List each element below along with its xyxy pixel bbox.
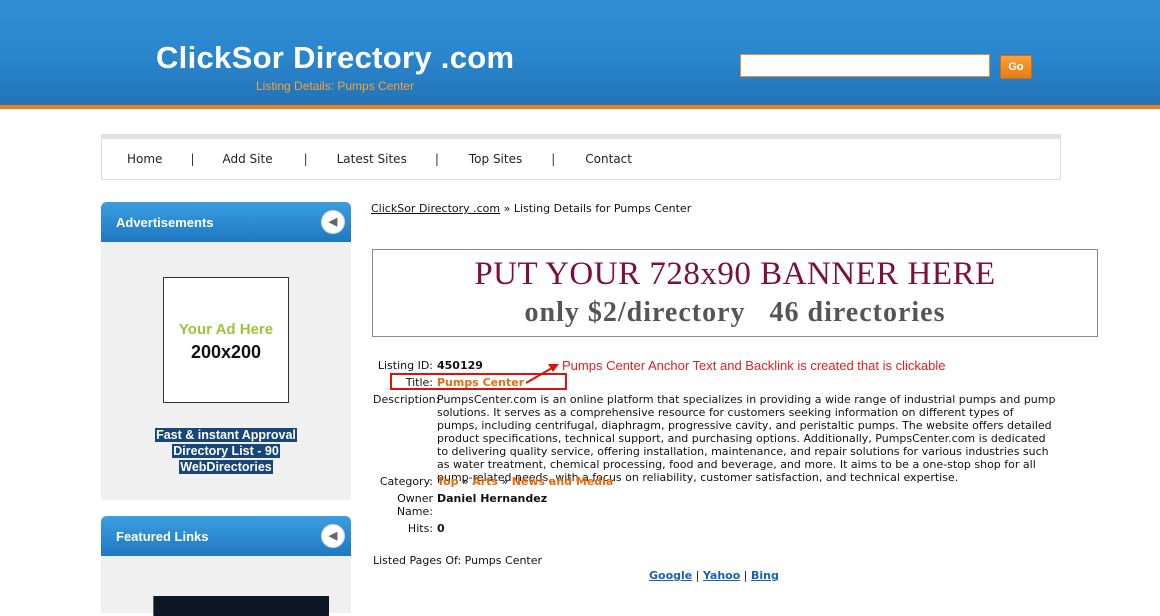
main-nav: Home | Add Site | Latest Sites | Top Sit… [101, 134, 1061, 180]
search-input[interactable] [740, 54, 990, 77]
arrow-head [548, 364, 559, 372]
listing-id-label: Listing ID: [377, 359, 433, 372]
nav-separator: | [190, 152, 195, 166]
nav-separator: | [551, 152, 556, 166]
featured-links-header: Featured Links ◀ [101, 516, 351, 556]
site-subtitle: Listing Details: Pumps Center [256, 79, 415, 93]
advertisements-title: Advertisements [116, 215, 214, 230]
promo-link[interactable]: Fast & instant Approval Directory List -… [101, 427, 351, 475]
featured-links-box: Featured Links ◀ [101, 516, 351, 616]
owner-label-line: Owner [397, 492, 433, 505]
engine-separator: | [695, 569, 700, 582]
banner-ad[interactable]: PUT YOUR 728x90 BANNER HERE only $2/dire… [372, 249, 1098, 337]
hits-value: 0 [437, 522, 445, 535]
advertisements-box: Advertisements ◀ Your Ad Here 200x200 Fa… [101, 202, 351, 500]
promo-line: Directory List - 90 [172, 444, 280, 458]
search-engine-links: Google | Yahoo | Bing [649, 569, 779, 582]
owner-value: Daniel Hernandez [437, 492, 548, 505]
collapse-button[interactable]: ◀ [321, 524, 345, 548]
chevron-left-icon: ◀ [328, 530, 338, 542]
category-label: Category: [379, 475, 433, 488]
owner-label: Owner Name: [373, 492, 433, 518]
annotation-highlight-box [390, 373, 567, 390]
ad-placeholder[interactable]: Your Ad Here 200x200 [163, 277, 289, 403]
ad-size: 200x200 [190, 342, 262, 362]
featured-links-title: Featured Links [116, 529, 209, 544]
yahoo-link[interactable]: Yahoo [703, 569, 740, 582]
chevron-left-icon: ◀ [328, 216, 338, 228]
nav-top-sites[interactable]: Top Sites [439, 152, 522, 166]
breadcrumb-current: Listing Details for Pumps Center [513, 202, 692, 215]
nav-home[interactable]: Home [102, 152, 162, 166]
category-link-top[interactable]: Top [437, 475, 458, 488]
featured-thumbnail[interactable] [153, 596, 329, 616]
owner-label-line: Name: [396, 505, 433, 518]
category-link-news-and-media[interactable]: News and Media [512, 475, 614, 488]
annotation-text: Pumps Center Anchor Text and Backlink is… [562, 358, 946, 373]
site-header: ClickSor Directory .com Listing Details:… [0, 0, 1160, 109]
category-link-arts[interactable]: Arts [472, 475, 498, 488]
category-separator: » [501, 475, 509, 488]
banner-subline: only $2/directory 46 directories [524, 297, 946, 328]
promo-line: WebDirectories [179, 460, 273, 474]
banner-headline: PUT YOUR 728x90 BANNER HERE [474, 256, 996, 292]
nav-contact[interactable]: Contact [555, 152, 632, 166]
breadcrumb: ClickSor Directory .com » Listing Detail… [371, 202, 691, 215]
description-label: Description: [373, 393, 440, 406]
ad-text: Your Ad Here [178, 321, 274, 338]
breadcrumb-home-link[interactable]: ClickSor Directory .com [371, 202, 500, 215]
nav-latest-sites[interactable]: Latest Sites [308, 152, 407, 166]
breadcrumb-separator: » [503, 202, 511, 215]
go-button[interactable]: Go [1000, 55, 1032, 79]
bing-link[interactable]: Bing [751, 569, 779, 582]
advertisements-header: Advertisements ◀ [101, 202, 351, 242]
engine-separator: | [743, 569, 748, 582]
category-path: Top » Arts » News and Media [437, 475, 613, 488]
google-link[interactable]: Google [649, 569, 692, 582]
promo-line: Fast & instant Approval [155, 428, 297, 442]
nav-items: Home | Add Site | Latest Sites | Top Sit… [102, 139, 632, 179]
hits-label: Hits: [407, 522, 433, 535]
collapse-button[interactable]: ◀ [321, 210, 345, 234]
nav-add-site[interactable]: Add Site [194, 152, 272, 166]
nav-separator: | [434, 152, 439, 166]
listed-pages: Listed Pages Of: Pumps Center [373, 554, 543, 567]
description-text: PumpsCenter.com is an online platform th… [437, 393, 1056, 484]
nav-separator: | [303, 152, 308, 166]
category-separator: » [461, 475, 469, 488]
site-title[interactable]: ClickSor Directory .com [156, 40, 514, 76]
listing-id-value: 450129 [437, 359, 483, 372]
